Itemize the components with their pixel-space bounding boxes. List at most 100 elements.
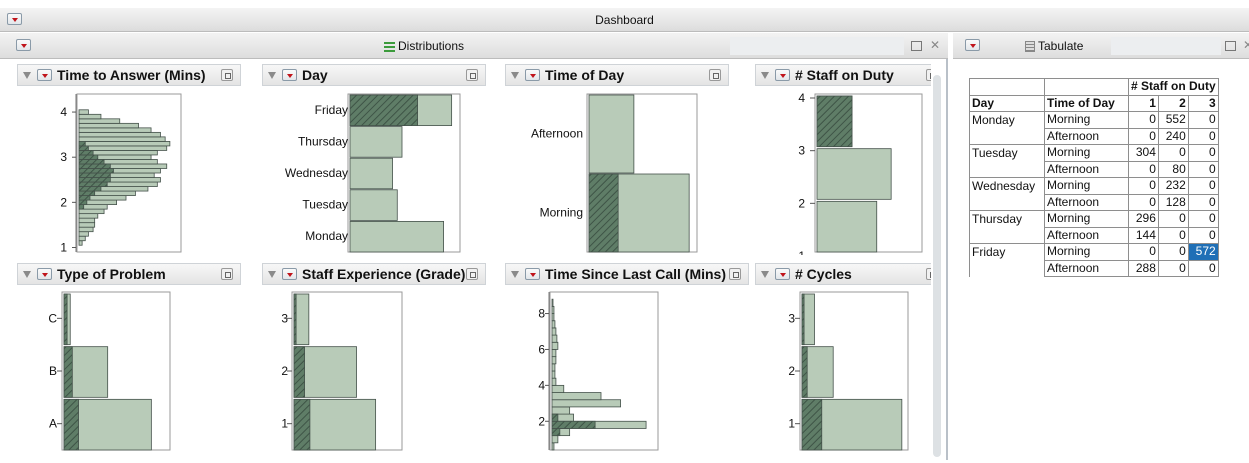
value-cell[interactable]: 288 [1128, 259, 1159, 277]
value-cell[interactable]: 296 [1128, 210, 1159, 228]
histogram-bar[interactable] [551, 313, 555, 322]
maximize-icon[interactable] [911, 41, 922, 51]
bar[interactable] [349, 189, 398, 221]
chart-options-icon[interactable] [221, 69, 233, 81]
histogram-selected-bar[interactable] [78, 145, 89, 151]
chart-menu-button[interactable] [37, 268, 52, 280]
chart-menu-button[interactable] [282, 268, 297, 280]
chart-options-icon[interactable] [729, 268, 741, 280]
value-cell[interactable]: 0 [1128, 127, 1159, 145]
selected-bar[interactable] [293, 398, 311, 451]
chart-menu-button[interactable] [775, 69, 790, 81]
value-cell[interactable]: 0 [1187, 127, 1219, 145]
distributions-filter-field[interactable] [730, 37, 904, 55]
selected-bar[interactable] [588, 173, 619, 253]
bar[interactable] [816, 148, 892, 200]
value-cell[interactable]: 240 [1157, 127, 1189, 145]
histogram-selected-bar[interactable] [78, 199, 88, 206]
selected-bar[interactable] [801, 398, 823, 451]
chart-menu-button[interactable] [775, 268, 790, 280]
selected-bar[interactable] [63, 346, 73, 398]
bar-chart-cycles[interactable]: 3 2 1 [755, 289, 931, 459]
selected-bar[interactable] [63, 398, 79, 451]
value-cell[interactable]: 0 [1128, 160, 1159, 178]
close-icon[interactable]: ✕ [930, 38, 940, 52]
histogram-selected-bar[interactable] [78, 181, 108, 187]
histogram-bar[interactable] [551, 334, 558, 343]
histogram-selected-bar[interactable] [78, 177, 111, 183]
disclosure-icon[interactable] [761, 72, 769, 79]
selected-bar[interactable] [801, 293, 805, 346]
distributions-menu-button[interactable] [16, 39, 31, 51]
histogram-selected-bar[interactable] [551, 428, 561, 437]
histogram-bar[interactable] [78, 213, 99, 219]
bar-chart-type-of-problem[interactable]: C B A [17, 289, 261, 459]
selected-bar[interactable] [801, 346, 808, 398]
histogram-bar[interactable] [78, 240, 83, 246]
close-icon[interactable]: ✕ [1243, 38, 1249, 52]
value-cell[interactable]: 0 [1157, 259, 1189, 277]
histogram-bar[interactable] [78, 217, 96, 224]
bar[interactable] [349, 126, 403, 158]
chart-menu-button[interactable] [282, 69, 297, 81]
histogram-bar[interactable] [78, 127, 152, 133]
histogram-selected-bar[interactable] [78, 172, 111, 178]
histogram-bar[interactable] [78, 141, 171, 147]
histogram-selected-bar[interactable] [78, 186, 102, 192]
chart-menu-button[interactable] [525, 268, 540, 280]
histogram-bar[interactable] [551, 442, 555, 451]
selected-bar[interactable] [293, 346, 306, 398]
chart-options-icon[interactable] [466, 268, 478, 280]
selected-bar[interactable] [349, 94, 418, 127]
chart-menu-button[interactable] [525, 69, 540, 81]
selected-bar[interactable] [293, 293, 297, 346]
histogram-bar[interactable] [78, 222, 96, 228]
histogram-bar[interactable] [551, 327, 557, 336]
disclosure-icon[interactable] [511, 271, 519, 278]
disclosure-icon[interactable] [23, 271, 31, 278]
histogram-bar[interactable] [78, 208, 105, 215]
value-cell[interactable]: 128 [1157, 193, 1189, 211]
value-cell[interactable]: 144 [1128, 226, 1159, 244]
histogram-bar[interactable] [551, 435, 559, 444]
value-cell[interactable]: 0 [1187, 226, 1219, 244]
bar-chart-staff-on-duty[interactable]: 4 3 2 1 [755, 90, 931, 255]
disclosure-icon[interactable] [268, 271, 276, 278]
bar-chart-staff-experience[interactable]: 321 [262, 289, 506, 459]
bar[interactable] [349, 157, 393, 190]
histogram-bar[interactable] [78, 145, 168, 151]
histogram-bar[interactable] [78, 136, 166, 142]
histogram-bar[interactable] [78, 231, 89, 237]
histogram-selected-bar[interactable] [78, 163, 111, 169]
chart-options-icon[interactable] [709, 69, 721, 81]
value-cell[interactable]: 0 [1157, 144, 1189, 162]
value-cell[interactable]: 0 [1128, 193, 1159, 211]
tabulate-filter-field[interactable] [1111, 37, 1221, 55]
histogram-bar[interactable] [78, 113, 102, 120]
value-cell[interactable]: 0 [1187, 210, 1219, 228]
histogram-selected-bar[interactable] [78, 159, 105, 165]
value-cell[interactable]: 0 [1128, 243, 1159, 261]
value-cell[interactable]: 0 [1187, 111, 1219, 129]
value-cell[interactable]: 0 [1187, 259, 1219, 277]
histogram-bar[interactable] [78, 131, 161, 138]
histogram-time-since-last-call[interactable]: 2 4 6 8 [505, 289, 749, 459]
histogram-bar[interactable] [551, 341, 559, 350]
chart-options-icon[interactable] [466, 69, 478, 81]
bar[interactable] [816, 200, 878, 253]
histogram-bar[interactable] [551, 377, 557, 386]
bar-chart-day[interactable]: Friday Thursday Wednesday Tuesday Monday [262, 90, 506, 255]
disclosure-icon[interactable] [268, 72, 276, 79]
histogram-bar[interactable] [78, 118, 121, 124]
histogram-bar[interactable] [78, 109, 89, 115]
histogram-bar[interactable] [78, 226, 94, 233]
value-cell[interactable]: 0 [1157, 226, 1189, 244]
histogram-bar[interactable] [551, 363, 556, 372]
value-cell[interactable]: 0 [1187, 177, 1219, 195]
histogram-bar[interactable] [551, 298, 554, 307]
disclosure-icon[interactable] [23, 72, 31, 79]
histogram-selected-bar[interactable] [78, 168, 114, 174]
chart-options-icon[interactable] [926, 69, 931, 81]
maximize-icon[interactable] [1225, 41, 1236, 51]
value-cell[interactable]: 572 [1187, 243, 1219, 261]
